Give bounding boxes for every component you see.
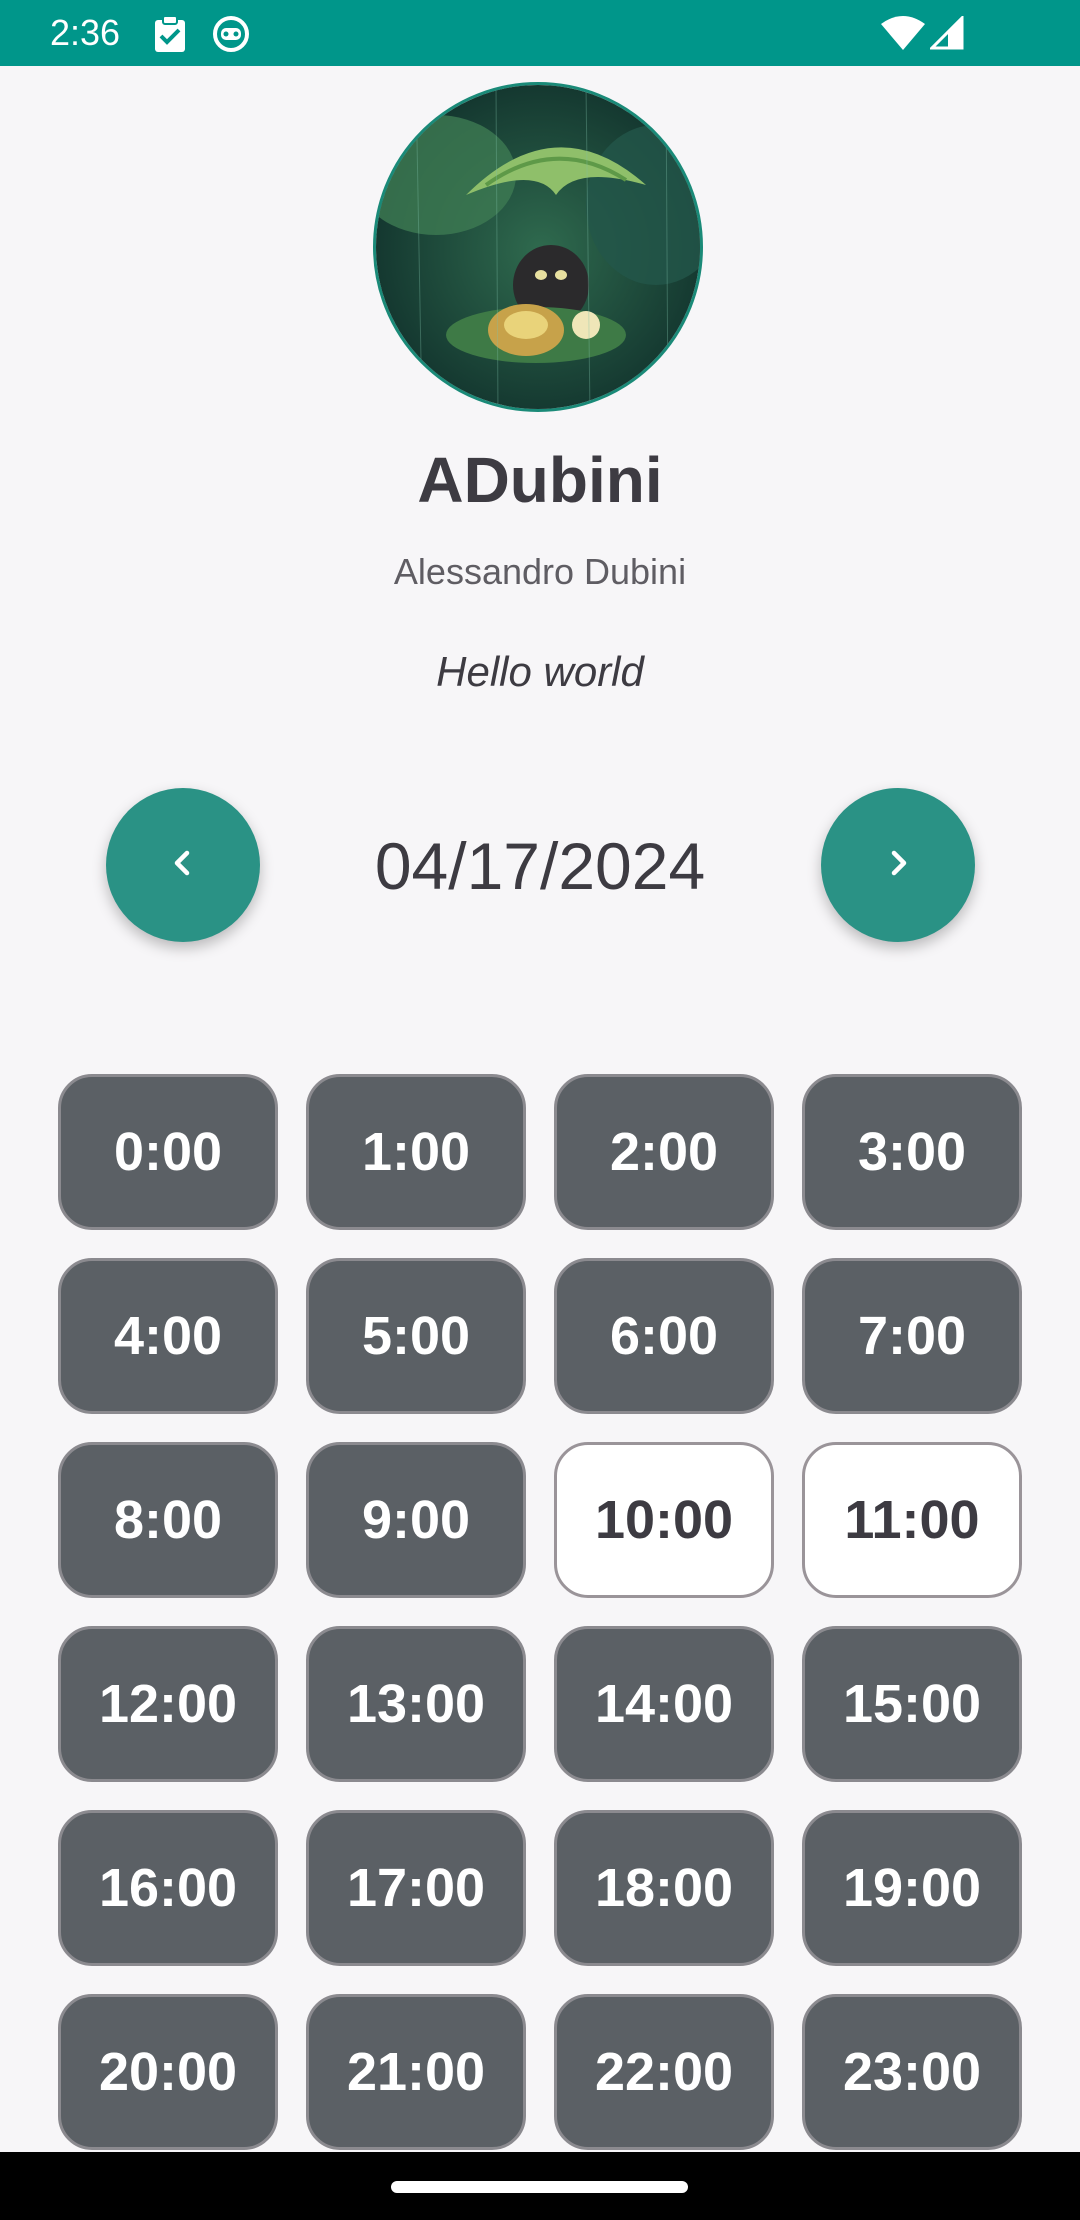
- clipboard-check-icon: [152, 14, 188, 59]
- home-gesture-handle[interactable]: [391, 2181, 688, 2193]
- hour-slot-button[interactable]: 3:00: [802, 1074, 1022, 1230]
- hour-slot-button[interactable]: 14:00: [554, 1626, 774, 1782]
- status-time: 2:36: [50, 12, 121, 53]
- hour-slot-button[interactable]: 0:00: [58, 1074, 278, 1230]
- hour-slot-button[interactable]: 18:00: [554, 1810, 774, 1966]
- hour-slot-button[interactable]: 7:00: [802, 1258, 1022, 1414]
- cellular-signal-icon: [928, 14, 964, 55]
- avatar-image: [376, 85, 700, 409]
- hour-slot-button[interactable]: 6:00: [554, 1258, 774, 1414]
- hour-slot-button[interactable]: 11:00: [802, 1442, 1022, 1598]
- hour-slot-button[interactable]: 2:00: [554, 1074, 774, 1230]
- wifi-icon: [880, 16, 926, 57]
- avatar[interactable]: [373, 82, 703, 412]
- hour-slot-button[interactable]: 12:00: [58, 1626, 278, 1782]
- full-name: Alessandro Dubini: [393, 551, 687, 592]
- bio-text: Hello world: [436, 648, 644, 695]
- hour-slot-button[interactable]: 23:00: [802, 1994, 1022, 2150]
- hour-slot-button[interactable]: 15:00: [802, 1626, 1022, 1782]
- hour-slot-button[interactable]: 22:00: [554, 1994, 774, 2150]
- hour-slot-button[interactable]: 13:00: [306, 1626, 526, 1782]
- hour-slot-button[interactable]: 9:00: [306, 1442, 526, 1598]
- hour-slot-button[interactable]: 5:00: [306, 1258, 526, 1414]
- hour-slot-button[interactable]: 17:00: [306, 1810, 526, 1966]
- hour-slot-button[interactable]: 20:00: [58, 1994, 278, 2150]
- hour-slot-button[interactable]: 19:00: [802, 1810, 1022, 1966]
- hour-slot-button[interactable]: 1:00: [306, 1074, 526, 1230]
- robot-face-icon: [212, 14, 250, 57]
- chevron-right-icon: [881, 846, 915, 885]
- username: ADubini: [417, 444, 663, 516]
- hour-slot-button[interactable]: 10:00: [554, 1442, 774, 1598]
- hour-slot-button[interactable]: 21:00: [306, 1994, 526, 2150]
- hour-slot-button[interactable]: 8:00: [58, 1442, 278, 1598]
- next-day-button[interactable]: [821, 788, 975, 942]
- hour-slot-button[interactable]: 16:00: [58, 1810, 278, 1966]
- hour-slot-button[interactable]: 4:00: [58, 1258, 278, 1414]
- status-bar: 2:36: [0, 0, 1080, 66]
